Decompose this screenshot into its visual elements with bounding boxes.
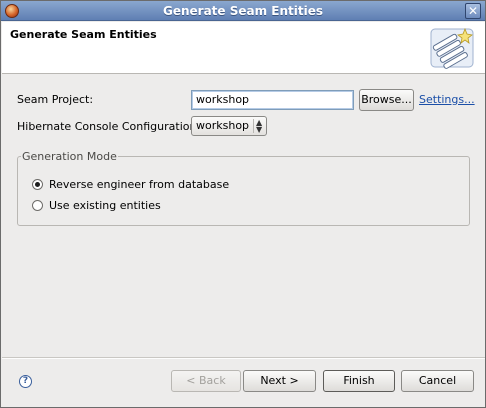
generation-mode-legend: Generation Mode xyxy=(21,150,118,163)
radio-button-unchecked[interactable] xyxy=(32,199,43,211)
radio-label: Use existing entities xyxy=(49,198,161,212)
radio-reverse-engineer[interactable]: Reverse engineer from database xyxy=(32,176,229,192)
close-icon[interactable]: ✕ xyxy=(465,3,481,19)
banner-title: Generate Seam Entities xyxy=(10,28,157,41)
wizard-window: Generate Seam Entities ✕ Generate Seam E… xyxy=(0,0,486,408)
generation-mode-group: Generation Mode Reverse engineer from da… xyxy=(17,150,470,226)
radio-button-checked[interactable] xyxy=(32,178,43,190)
console-config-select[interactable]: workshop ▲ ▼ xyxy=(191,116,267,136)
radio-existing-entities[interactable]: Use existing entities xyxy=(32,197,161,213)
radio-label: Reverse engineer from database xyxy=(49,177,230,191)
window-title: Generate Seam Entities xyxy=(162,4,324,18)
finish-button[interactable]: Finish xyxy=(323,370,395,392)
help-icon[interactable]: ? xyxy=(19,375,32,388)
browse-button[interactable]: Browse... xyxy=(359,89,414,111)
combo-arrows-icon: ▲ ▼ xyxy=(253,119,263,134)
settings-link[interactable]: Settings... xyxy=(419,93,475,106)
cancel-button[interactable]: Cancel xyxy=(401,370,474,392)
next-button[interactable]: Next > xyxy=(243,370,316,392)
console-config-label: Hibernate Console Configuration: xyxy=(17,120,201,133)
console-config-value: workshop xyxy=(196,119,250,132)
back-button[interactable]: < Back xyxy=(171,370,241,392)
title-bar[interactable]: Generate Seam Entities ✕ xyxy=(1,1,485,21)
wizard-banner: Generate Seam Entities xyxy=(2,22,485,74)
seam-project-label: Seam Project: xyxy=(17,93,94,106)
footer-separator xyxy=(2,357,485,359)
seam-project-field[interactable]: workshop xyxy=(191,90,354,110)
wizard-banner-icon xyxy=(430,27,474,69)
